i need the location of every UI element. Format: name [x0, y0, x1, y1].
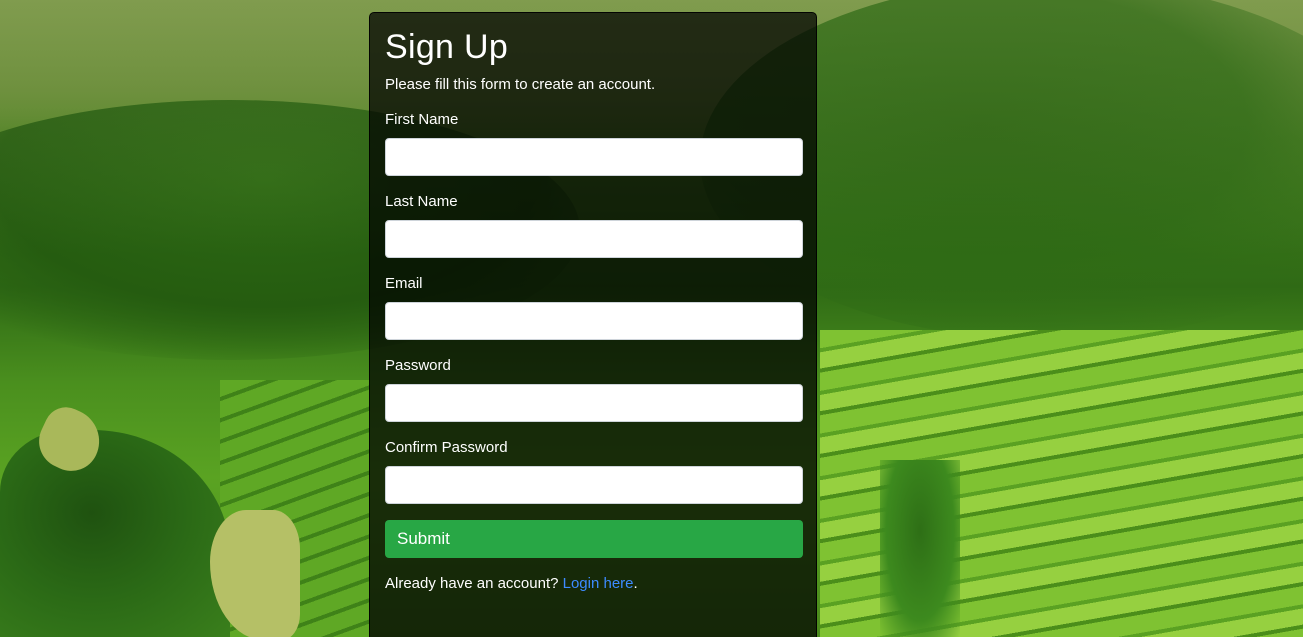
login-prompt-suffix: . — [633, 575, 638, 592]
form-subtitle: Please fill this form to create an accou… — [385, 76, 656, 93]
login-link[interactable]: Login here — [563, 575, 634, 592]
confirm-password-field[interactable] — [385, 466, 803, 504]
email-group: Email — [385, 275, 803, 340]
login-prompt-text: Already have an account? — [385, 575, 563, 592]
signup-panel: Sign Up Please fill this form to create … — [369, 12, 817, 637]
password-group: Password — [385, 357, 803, 422]
last-name-group: Last Name — [385, 193, 803, 258]
login-prompt: Already have an account? Login here. — [385, 575, 801, 593]
first-name-field[interactable] — [385, 138, 803, 176]
submit-button[interactable]: Submit — [385, 520, 803, 558]
last-name-field[interactable] — [385, 220, 803, 258]
last-name-label: Last Name — [385, 193, 458, 210]
password-label: Password — [385, 357, 451, 374]
confirm-password-group: Confirm Password — [385, 439, 803, 504]
first-name-group: First Name — [385, 111, 803, 176]
page-title: Sign Up — [385, 28, 509, 66]
first-name-label: First Name — [385, 111, 459, 128]
email-label: Email — [385, 275, 423, 292]
password-field[interactable] — [385, 384, 803, 422]
confirm-password-label: Confirm Password — [385, 439, 508, 456]
email-field[interactable] — [385, 302, 803, 340]
